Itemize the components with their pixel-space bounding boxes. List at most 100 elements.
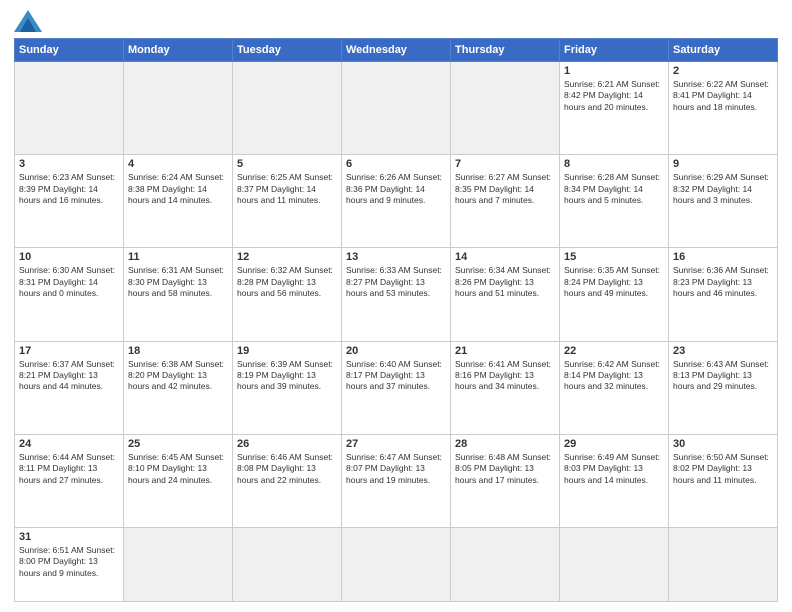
day-info: Sunrise: 6:26 AM Sunset: 8:36 PM Dayligh…: [346, 172, 446, 206]
calendar-cell: [560, 527, 669, 601]
day-info: Sunrise: 6:25 AM Sunset: 8:37 PM Dayligh…: [237, 172, 337, 206]
calendar-cell: 12Sunrise: 6:32 AM Sunset: 8:28 PM Dayli…: [233, 248, 342, 341]
day-number: 2: [673, 65, 773, 77]
day-header-friday: Friday: [560, 39, 669, 62]
calendar-cell: 22Sunrise: 6:42 AM Sunset: 8:14 PM Dayli…: [560, 341, 669, 434]
calendar-cell: 25 Sunrise: 6:45 AM Sunset: 8:10 PM Dayli…: [124, 434, 233, 527]
day-number: 26: [237, 438, 337, 450]
day-number: 13: [346, 251, 446, 263]
day-info: Sunrise: 6:48 AM Sunset: 8:05 PM Dayligh…: [455, 452, 555, 486]
day-info: Sunrise: 6:49 AM Sunset: 8:03 PM Dayligh…: [564, 452, 664, 486]
day-info: Sunrise: 6:42 AM Sunset: 8:14 PM Dayligh…: [564, 359, 664, 393]
calendar-cell: [451, 527, 560, 601]
day-header-monday: Monday: [124, 39, 233, 62]
day-info: Sunrise: 6:22 AM Sunset: 8:41 PM Dayligh…: [673, 79, 773, 113]
day-info: Sunrise: 6:51 AM Sunset: 8:00 PM Dayligh…: [19, 545, 119, 579]
day-number: 20: [346, 345, 446, 357]
calendar-week-row: 1Sunrise: 6:21 AM Sunset: 8:42 PM Daylig…: [15, 62, 778, 155]
logo-icon: [14, 10, 42, 32]
day-header-wednesday: Wednesday: [342, 39, 451, 62]
calendar-cell: 16Sunrise: 6:36 AM Sunset: 8:23 PM Dayli…: [669, 248, 778, 341]
calendar-cell: 28 Sunrise: 6:48 AM Sunset: 8:05 PM Dayli…: [451, 434, 560, 527]
day-info: Sunrise: 6:23 AM Sunset: 8:39 PM Dayligh…: [19, 172, 119, 206]
calendar-cell: 3 Sunrise: 6:23 AM Sunset: 8:39 PM Daylig…: [15, 155, 124, 248]
day-info: Sunrise: 6:50 AM Sunset: 8:02 PM Dayligh…: [673, 452, 773, 486]
calendar-cell: [451, 62, 560, 155]
calendar-week-row: 10 Sunrise: 6:30 AM Sunset: 8:31 PM Dayli…: [15, 248, 778, 341]
day-number: 3: [19, 158, 119, 170]
day-info: Sunrise: 6:40 AM Sunset: 8:17 PM Dayligh…: [346, 359, 446, 393]
calendar-cell: 23 Sunrise: 6:43 AM Sunset: 8:13 PM Dayli…: [669, 341, 778, 434]
calendar-cell: 26 Sunrise: 6:46 AM Sunset: 8:08 PM Dayli…: [233, 434, 342, 527]
day-info: Sunrise: 6:31 AM Sunset: 8:30 PM Dayligh…: [128, 265, 228, 299]
day-number: 21: [455, 345, 555, 357]
calendar-cell: [342, 527, 451, 601]
calendar-cell: 11 Sunrise: 6:31 AM Sunset: 8:30 PM Dayli…: [124, 248, 233, 341]
calendar-cell: 2 Sunrise: 6:22 AM Sunset: 8:41 PM Daylig…: [669, 62, 778, 155]
calendar-cell: [124, 62, 233, 155]
calendar-cell: 15Sunrise: 6:35 AM Sunset: 8:24 PM Dayli…: [560, 248, 669, 341]
day-number: 7: [455, 158, 555, 170]
day-number: 9: [673, 158, 773, 170]
day-number: 28: [455, 438, 555, 450]
day-info: Sunrise: 6:44 AM Sunset: 8:11 PM Dayligh…: [19, 452, 119, 486]
calendar-page: SundayMondayTuesdayWednesdayThursdayFrid…: [0, 0, 792, 612]
calendar-cell: [669, 527, 778, 601]
day-info: Sunrise: 6:33 AM Sunset: 8:27 PM Dayligh…: [346, 265, 446, 299]
day-number: 10: [19, 251, 119, 263]
day-number: 6: [346, 158, 446, 170]
calendar-cell: [233, 62, 342, 155]
calendar-cell: 5 Sunrise: 6:25 AM Sunset: 8:37 PM Daylig…: [233, 155, 342, 248]
calendar-week-row: 31 Sunrise: 6:51 AM Sunset: 8:00 PM Dayli…: [15, 527, 778, 601]
calendar-cell: 21 Sunrise: 6:41 AM Sunset: 8:16 PM Dayli…: [451, 341, 560, 434]
day-info: Sunrise: 6:29 AM Sunset: 8:32 PM Dayligh…: [673, 172, 773, 206]
calendar-cell: 19 Sunrise: 6:39 AM Sunset: 8:19 PM Dayli…: [233, 341, 342, 434]
day-number: 5: [237, 158, 337, 170]
day-info: Sunrise: 6:30 AM Sunset: 8:31 PM Dayligh…: [19, 265, 119, 299]
day-number: 18: [128, 345, 228, 357]
calendar-week-row: 3 Sunrise: 6:23 AM Sunset: 8:39 PM Daylig…: [15, 155, 778, 248]
calendar-cell: 9 Sunrise: 6:29 AM Sunset: 8:32 PM Daylig…: [669, 155, 778, 248]
day-info: Sunrise: 6:39 AM Sunset: 8:19 PM Dayligh…: [237, 359, 337, 393]
day-number: 23: [673, 345, 773, 357]
day-info: Sunrise: 6:45 AM Sunset: 8:10 PM Dayligh…: [128, 452, 228, 486]
calendar-cell: [342, 62, 451, 155]
day-number: 1: [564, 65, 664, 77]
calendar-cell: 4 Sunrise: 6:24 AM Sunset: 8:38 PM Daylig…: [124, 155, 233, 248]
calendar-cell: 7 Sunrise: 6:27 AM Sunset: 8:35 PM Daylig…: [451, 155, 560, 248]
day-info: Sunrise: 6:38 AM Sunset: 8:20 PM Dayligh…: [128, 359, 228, 393]
calendar-cell: 24 Sunrise: 6:44 AM Sunset: 8:11 PM Dayli…: [15, 434, 124, 527]
calendar-cell: 30 Sunrise: 6:50 AM Sunset: 8:02 PM Dayli…: [669, 434, 778, 527]
calendar-cell: 10 Sunrise: 6:30 AM Sunset: 8:31 PM Dayli…: [15, 248, 124, 341]
day-number: 19: [237, 345, 337, 357]
calendar-cell: [124, 527, 233, 601]
calendar-cell: 18 Sunrise: 6:38 AM Sunset: 8:20 PM Dayli…: [124, 341, 233, 434]
day-number: 24: [19, 438, 119, 450]
calendar-cell: 14Sunrise: 6:34 AM Sunset: 8:26 PM Dayli…: [451, 248, 560, 341]
calendar-table: SundayMondayTuesdayWednesdayThursdayFrid…: [14, 38, 778, 602]
day-info: Sunrise: 6:41 AM Sunset: 8:16 PM Dayligh…: [455, 359, 555, 393]
calendar-cell: [15, 62, 124, 155]
day-info: Sunrise: 6:47 AM Sunset: 8:07 PM Dayligh…: [346, 452, 446, 486]
calendar-cell: 13 Sunrise: 6:33 AM Sunset: 8:27 PM Dayli…: [342, 248, 451, 341]
day-number: 30: [673, 438, 773, 450]
day-info: Sunrise: 6:32 AM Sunset: 8:28 PM Dayligh…: [237, 265, 337, 299]
day-info: Sunrise: 6:43 AM Sunset: 8:13 PM Dayligh…: [673, 359, 773, 393]
calendar-cell: 1Sunrise: 6:21 AM Sunset: 8:42 PM Daylig…: [560, 62, 669, 155]
day-number: 11: [128, 251, 228, 263]
day-header-sunday: Sunday: [15, 39, 124, 62]
calendar-cell: 27Sunrise: 6:47 AM Sunset: 8:07 PM Dayli…: [342, 434, 451, 527]
day-header-tuesday: Tuesday: [233, 39, 342, 62]
day-info: Sunrise: 6:46 AM Sunset: 8:08 PM Dayligh…: [237, 452, 337, 486]
calendar-cell: [233, 527, 342, 601]
day-info: Sunrise: 6:24 AM Sunset: 8:38 PM Dayligh…: [128, 172, 228, 206]
day-number: 4: [128, 158, 228, 170]
day-info: Sunrise: 6:34 AM Sunset: 8:26 PM Dayligh…: [455, 265, 555, 299]
calendar-week-row: 17 Sunrise: 6:37 AM Sunset: 8:21 PM Dayli…: [15, 341, 778, 434]
day-number: 17: [19, 345, 119, 357]
day-info: Sunrise: 6:37 AM Sunset: 8:21 PM Dayligh…: [19, 359, 119, 393]
day-number: 31: [19, 531, 119, 543]
day-number: 25: [128, 438, 228, 450]
calendar-cell: 6 Sunrise: 6:26 AM Sunset: 8:36 PM Daylig…: [342, 155, 451, 248]
day-info: Sunrise: 6:27 AM Sunset: 8:35 PM Dayligh…: [455, 172, 555, 206]
